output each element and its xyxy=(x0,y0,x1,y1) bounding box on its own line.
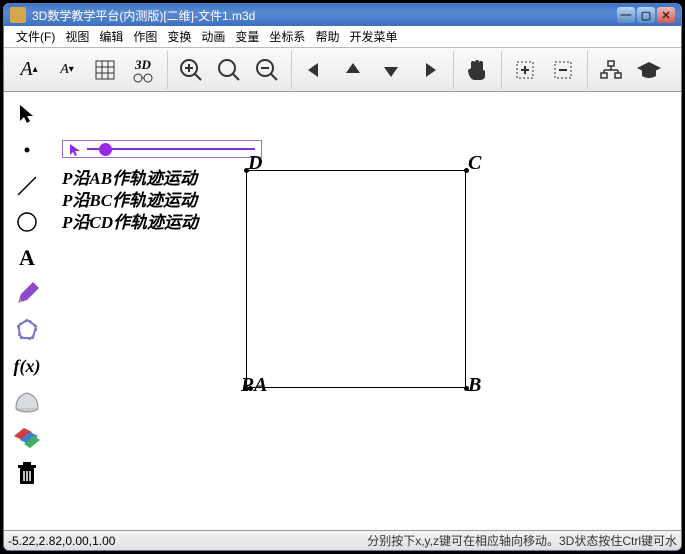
select-add-button[interactable] xyxy=(506,51,544,89)
graduate-button[interactable] xyxy=(630,51,668,89)
pan-button[interactable] xyxy=(458,51,496,89)
toolbar-sep xyxy=(496,51,502,89)
label-A[interactable]: A xyxy=(254,374,267,397)
workarea: A f(x) P沿AB作轨迹运动 P沿BC作轨迹运动 P沿CD作轨迹运动 D xyxy=(4,92,681,530)
label-B[interactable]: B xyxy=(468,374,481,397)
slider-handle[interactable] xyxy=(99,143,112,156)
titlebar: 3D数学教学平台(内测版)[二维]-文件1.m3d — ▢ ✕ xyxy=(4,4,681,26)
toolbar-sep xyxy=(448,51,454,89)
toolbar-sep xyxy=(286,51,292,89)
menu-coord[interactable]: 坐标系 xyxy=(265,26,309,47)
color-tool[interactable] xyxy=(10,424,44,452)
zoom-out-button[interactable] xyxy=(248,51,286,89)
arrow-right-button[interactable] xyxy=(410,51,448,89)
maximize-button[interactable]: ▢ xyxy=(637,7,655,23)
close-button[interactable]: ✕ xyxy=(657,7,675,23)
tool-sidebar: A f(x) xyxy=(4,92,50,530)
grid-button[interactable] xyxy=(86,51,124,89)
text-line-3[interactable]: P沿CD作轨迹运动 xyxy=(62,208,198,233)
canvas[interactable]: P沿AB作轨迹运动 P沿BC作轨迹运动 P沿CD作轨迹运动 D C P A B xyxy=(50,92,681,530)
tree-button[interactable] xyxy=(592,51,630,89)
label-D[interactable]: D xyxy=(248,152,262,175)
function-tool[interactable]: f(x) xyxy=(10,352,44,380)
menu-variable[interactable]: 变量 xyxy=(231,26,263,47)
select-sub-button[interactable] xyxy=(544,51,582,89)
window-title: 3D数学教学平台(内测版)[二维]-文件1.m3d xyxy=(32,7,617,24)
toolbar-sep xyxy=(162,51,168,89)
circle-tool[interactable] xyxy=(10,208,44,236)
menu-help[interactable]: 帮助 xyxy=(311,26,343,47)
minimize-button[interactable]: — xyxy=(617,7,635,23)
solid-tool[interactable] xyxy=(10,388,44,416)
toolbar: A▴ A▾ 3D xyxy=(4,48,681,92)
menu-edit[interactable]: 编辑 xyxy=(95,26,127,47)
menu-animate[interactable]: 动画 xyxy=(197,26,229,47)
select-tool[interactable] xyxy=(10,100,44,128)
app-icon xyxy=(10,7,26,23)
font-down-button[interactable]: A▾ xyxy=(48,51,86,89)
square-ABCD[interactable] xyxy=(246,170,466,388)
zoom-reset-button[interactable] xyxy=(210,51,248,89)
menubar: 文件(F) 视图 编辑 作图 变换 动画 变量 坐标系 帮助 开发菜单 xyxy=(4,26,681,48)
point-tool[interactable] xyxy=(10,136,44,164)
zoom-in-button[interactable] xyxy=(172,51,210,89)
font-up-button[interactable]: A▴ xyxy=(10,51,48,89)
text-tool[interactable]: A xyxy=(10,244,44,272)
pencil-tool[interactable] xyxy=(10,280,44,308)
menu-draw[interactable]: 作图 xyxy=(129,26,161,47)
menu-transform[interactable]: 变换 xyxy=(163,26,195,47)
arrow-left-button[interactable] xyxy=(296,51,334,89)
menu-dev[interactable]: 开发菜单 xyxy=(345,26,401,47)
status-hint: 分别按下x,y,z键可在相应轴向移动。3D状态按住Ctrl键可水 xyxy=(367,532,677,549)
status-coords: -5.22,2.82,0.00,1.00 xyxy=(8,534,115,548)
menu-view[interactable]: 视图 xyxy=(61,26,93,47)
statusbar: -5.22,2.82,0.00,1.00 分别按下x,y,z键可在相应轴向移动。… xyxy=(4,530,681,550)
slider[interactable] xyxy=(62,140,262,158)
menu-file[interactable]: 文件(F) xyxy=(12,26,59,47)
window-buttons: — ▢ ✕ xyxy=(617,7,675,23)
arrow-down-button[interactable] xyxy=(372,51,410,89)
label-C[interactable]: C xyxy=(468,152,481,175)
3d-button[interactable]: 3D xyxy=(124,51,162,89)
label-PH[interactable]: P xyxy=(241,374,253,397)
app-window: 3D数学教学平台(内测版)[二维]-文件1.m3d — ▢ ✕ 文件(F) 视图… xyxy=(3,3,682,551)
polygon-tool[interactable] xyxy=(10,316,44,344)
delete-tool[interactable] xyxy=(10,460,44,488)
slider-track xyxy=(87,148,255,150)
arrow-up-button[interactable] xyxy=(334,51,372,89)
toolbar-sep xyxy=(582,51,588,89)
line-tool[interactable] xyxy=(10,172,44,200)
cursor-icon xyxy=(69,143,83,157)
